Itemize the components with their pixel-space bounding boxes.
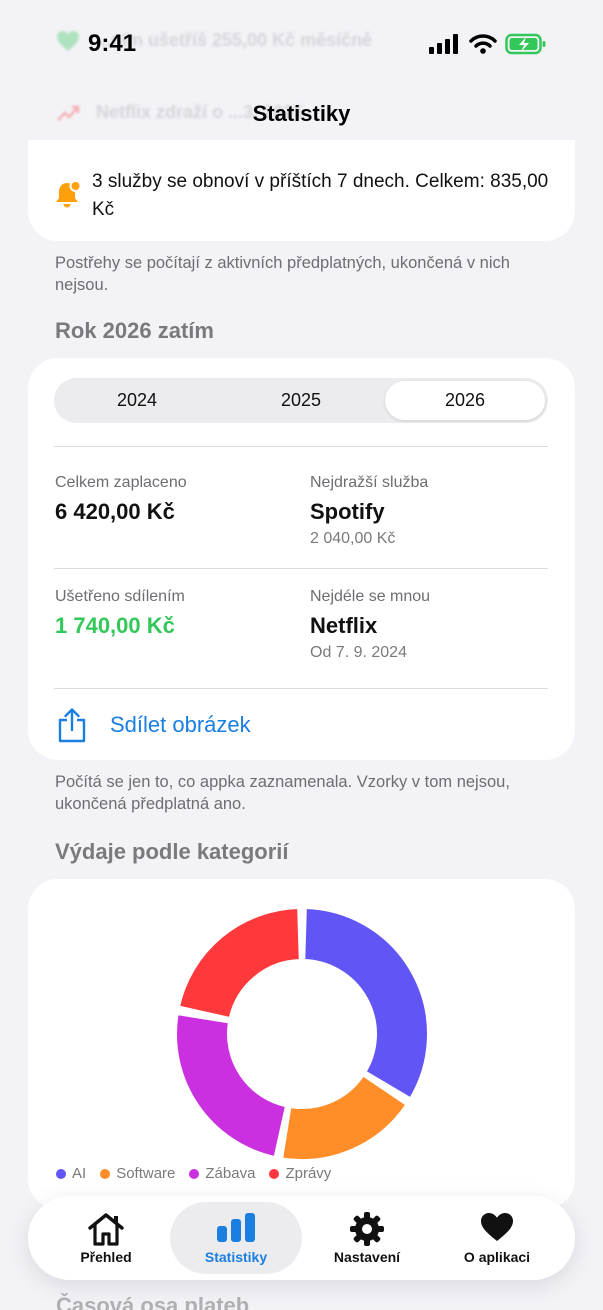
timeline-section-title: Časová osa plateb (56, 1293, 250, 1310)
year-segment-2025[interactable]: 2025 (221, 381, 381, 420)
tab-about-label: O aplikaci (463, 1249, 531, 1265)
chart-legend: AI Software Zábava Zprávy (56, 1165, 331, 1182)
year-section-title: Rok 2026 zatím (55, 318, 214, 343)
share-image-button[interactable]: Sdílet obrázek (110, 712, 251, 738)
tab-overview-label: Přehled (80, 1249, 132, 1265)
legend-label: Zprávy (285, 1165, 332, 1182)
divider (54, 568, 548, 569)
donut-slice-ai (303, 907, 429, 1100)
year-segment-2024[interactable]: 2024 (57, 381, 217, 420)
bar-chart-icon (217, 1213, 255, 1242)
legend-item-software: Software (100, 1165, 175, 1182)
battery-charging-icon (505, 33, 546, 55)
donut-slice-zábava (175, 1013, 287, 1158)
category-chart-card: AI Software Zábava Zprávy (28, 879, 575, 1209)
status-bar: 9:41 (0, 0, 603, 90)
bell-badge-icon (56, 180, 82, 208)
wifi-icon (469, 34, 497, 54)
donut-slice-software (281, 1074, 408, 1161)
year-stats-footnote: Počítá se jen to, co appka zaznamenala. … (55, 773, 510, 813)
tab-about[interactable]: O aplikaci (431, 1202, 563, 1274)
tab-settings-label: Nastavení (333, 1249, 401, 1265)
longest-subscription-label: Nejdéle se mnou (310, 588, 431, 605)
gear-icon (350, 1212, 384, 1246)
share-icon[interactable] (57, 707, 87, 743)
year-segmented-control: 2024 2025 2026 (54, 378, 548, 423)
saved-by-sharing-label: Ušetřeno sdílením (55, 588, 185, 605)
divider (54, 446, 548, 447)
total-paid-label: Celkem zaplaceno (55, 474, 187, 491)
donut-slice-zprávy (178, 907, 301, 1019)
house-icon (88, 1213, 124, 1246)
most-expensive-amount: 2 040,00 Kč (310, 530, 396, 547)
page-title: Statistiky (252, 101, 351, 126)
legend-label: Software (116, 1165, 176, 1182)
divider (54, 688, 548, 689)
legend-swatch (269, 1168, 280, 1179)
categories-section-title: Výdaje podle kategorií (55, 839, 289, 864)
year-stats-card: 2024 2025 2026 Celkem zaplaceno 6 420,00… (28, 358, 575, 760)
insight-card: 3 služby se obnoví v příštích 7 dnech. C… (28, 140, 575, 241)
most-expensive-label: Nejdražší služba (310, 474, 429, 491)
legend-swatch (100, 1168, 111, 1179)
tab-overview[interactable]: Přehled (40, 1202, 172, 1274)
tab-bar: Přehled Statistiky Nastavení O aplikaci (28, 1196, 575, 1280)
tab-statistics-label: Statistiky (204, 1249, 268, 1265)
saved-by-sharing-value: 1 740,00 Kč (55, 613, 175, 638)
insights-footnote: Postřehy se počítají z aktivních předpla… (55, 254, 510, 294)
legend-label: Zábava (205, 1165, 256, 1182)
tab-statistics[interactable]: Statistiky (170, 1202, 302, 1274)
longest-subscription-value: Netflix (310, 613, 378, 638)
legend-swatch (56, 1168, 66, 1179)
legend-item-zprávy: Zprávy (269, 1165, 331, 1182)
legend-swatch (189, 1168, 200, 1179)
tab-settings[interactable]: Nastavení (301, 1202, 433, 1274)
clock: 9:41 (88, 30, 137, 57)
legend-item-zábava: Zábava (189, 1165, 255, 1182)
most-expensive-value: Spotify (310, 499, 385, 524)
legend-label: AI (72, 1165, 87, 1182)
heart-icon (481, 1213, 513, 1241)
total-paid-value: 6 420,00 Kč (55, 499, 175, 524)
renewal-alert-text: 3 služby se obnoví v příštích 7 dnech. C… (92, 171, 549, 220)
year-segment-2026[interactable]: 2026 (385, 381, 545, 420)
category-donut-chart (175, 907, 429, 1161)
legend-item-ai: AI (56, 1165, 86, 1182)
cellular-signal-icon (429, 34, 458, 54)
longest-subscription-since: Od 7. 9. 2024 (310, 644, 407, 661)
